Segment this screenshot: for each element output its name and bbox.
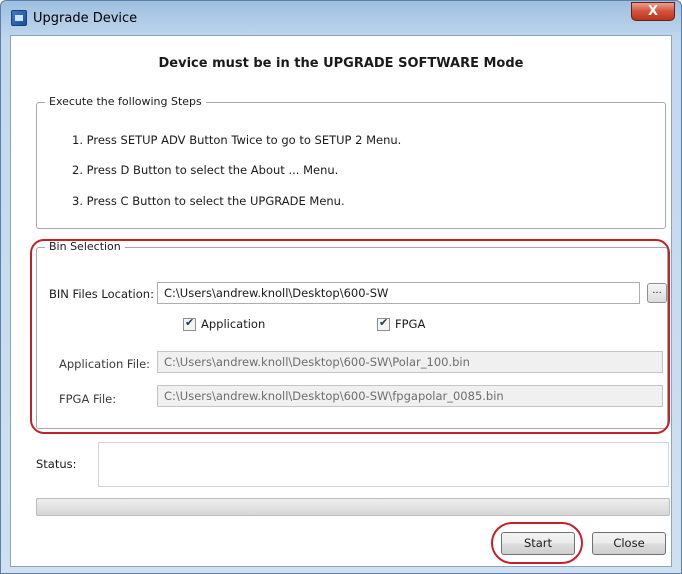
title-bar[interactable]: Upgrade Device X bbox=[1, 1, 681, 35]
bin-selection-highlight bbox=[30, 239, 670, 434]
status-label: Status: bbox=[36, 457, 77, 471]
status-box bbox=[98, 442, 669, 487]
upgrade-progress-bar bbox=[36, 498, 670, 516]
steps-legend: Execute the following Steps bbox=[45, 95, 206, 109]
step-2: 2. Press D Button to select the About ..… bbox=[72, 163, 339, 177]
close-button[interactable]: Close bbox=[592, 532, 666, 555]
start-highlight bbox=[491, 522, 583, 564]
window-title: Upgrade Device bbox=[33, 11, 138, 26]
app-icon bbox=[11, 10, 27, 26]
dialog-body: Device must be in the UPGRADE SOFTWARE M… bbox=[10, 35, 672, 567]
window-close-button[interactable]: X bbox=[631, 2, 675, 21]
mode-header: Device must be in the UPGRADE SOFTWARE M… bbox=[158, 56, 524, 71]
step-3: 3. Press C Button to select the UPGRADE … bbox=[72, 194, 345, 208]
steps-group: Execute the following Steps 1. Press SET… bbox=[36, 95, 666, 229]
step-1: 1. Press SETUP ADV Button Twice to go to… bbox=[72, 133, 402, 147]
upgrade-device-window: Upgrade Device X Device must be in the U… bbox=[0, 0, 682, 574]
